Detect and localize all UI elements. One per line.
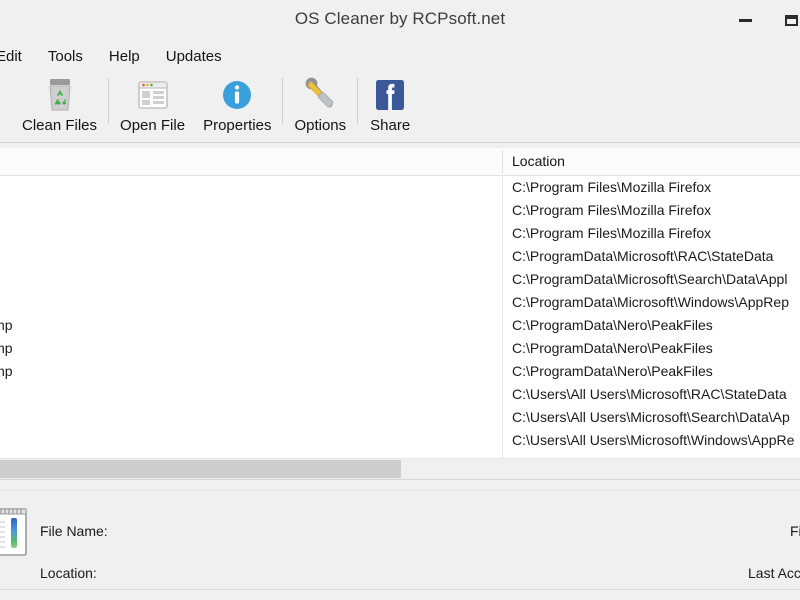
menu-item-tools[interactable]: Tools (35, 44, 96, 69)
toolbar-button-share[interactable]: Share (360, 72, 420, 138)
toolbar-separator (357, 78, 359, 124)
table-row[interactable]: l3.chk C:\Program Files\Mozilla Firefox (0, 176, 800, 199)
cell-location: C:\ProgramData\Microsoft\RAC\StateData (512, 248, 774, 264)
horizontal-scrollbar-thumb[interactable] (0, 460, 401, 478)
menu-bar: Edit Tools Help Updates (0, 40, 800, 72)
column-header-location[interactable]: Location (502, 148, 565, 175)
recycle-bin-icon (39, 76, 81, 116)
cell-file-name: 81875425.tmp (0, 340, 13, 356)
cell-location: C:\ProgramData\Microsoft\Search\Data\App… (512, 271, 788, 287)
tools-icon (299, 76, 341, 116)
details-file-size-label: Fil (790, 523, 800, 539)
toolbar: k Clean Files (0, 72, 800, 143)
details-location-label: Location: (40, 565, 97, 581)
cell-location: C:\ProgramData\Microsoft\Windows\AppRep (512, 294, 789, 310)
horizontal-scrollbar[interactable] (0, 458, 800, 479)
toolbar-label-properties: Properties (203, 117, 272, 134)
file-properties-icon (0, 505, 32, 559)
toolbar-label-options: Options (294, 117, 347, 134)
toolbar-label-open-file: Open File (120, 117, 186, 134)
toolbar-separator (282, 78, 284, 124)
minimize-icon (738, 18, 752, 22)
cell-location: C:\ProgramData\Nero\PeakFiles (512, 363, 713, 379)
toolbar-button-properties[interactable]: Properties (194, 72, 280, 138)
cell-file-name: 10206642.tmp (0, 363, 13, 379)
maximize-button[interactable] (768, 0, 800, 40)
table-row[interactable]: bm3.chk C:\Program Files\Mozilla Firefox (0, 199, 800, 222)
cell-location: C:\ProgramData\Nero\PeakFiles (512, 317, 713, 333)
details-panel: File Name: Location: Fil Last Acc (0, 479, 800, 600)
toolbar-button-open-file[interactable]: Open File (111, 72, 194, 138)
cell-location: C:\Users\All Users\Microsoft\RAC\StateDa… (512, 386, 787, 402)
minimize-button[interactable] (722, 0, 768, 40)
table-row[interactable]: 10206642.tmp C:\ProgramData\Nero\PeakFil… (0, 360, 800, 383)
toolbar-label-clean-files: Clean Files (22, 117, 98, 134)
table-row[interactable]: 81875425.tmp C:\ProgramData\Nero\PeakFil… (0, 337, 800, 360)
table-row[interactable]: chk C:\ProgramData\Microsoft\Search\Data… (0, 268, 800, 291)
cell-location: C:\Users\All Users\Microsoft\Search\Data… (512, 409, 790, 425)
menu-item-help[interactable]: Help (96, 44, 153, 69)
title-bar: OS Cleaner by RCPsoft.net (0, 0, 800, 41)
details-last-accessed-label: Last Acc (748, 565, 800, 581)
table-row[interactable]: 25180415.tmp C:\ProgramData\Nero\PeakFil… (0, 314, 800, 337)
cell-location: C:\Users\All Users\Microsoft\Windows\App… (512, 432, 795, 448)
cell-location: C:\Program Files\Mozilla Firefox (512, 225, 712, 241)
menu-item-edit[interactable]: Edit (0, 44, 35, 69)
toolbar-label-share: Share (370, 117, 411, 134)
table-row[interactable]: chk C:\ProgramData\Microsoft\Windows\App… (0, 291, 800, 314)
toolbar-button-scan-disk[interactable]: k (0, 72, 13, 138)
app-window: OS Cleaner by RCPsoft.net Edit Tools Hel… (0, 0, 800, 600)
table-row[interactable]: chk C:\Users\All Users\Microsoft\RAC\Sta… (0, 383, 800, 406)
table-row[interactable]: chk C:\Users\All Users\Microsoft\Windows… (0, 429, 800, 452)
scan-disk-icon (0, 76, 4, 116)
details-panel-inner: File Name: Location: Fil Last Acc (0, 490, 800, 590)
maximize-icon (784, 14, 798, 26)
menu-item-updates[interactable]: Updates (153, 44, 235, 69)
table-row[interactable]: chk C:\ProgramData\Microsoft\RAC\StateDa… (0, 245, 800, 268)
file-list-rows: l3.chk C:\Program Files\Mozilla Firefox … (0, 176, 800, 458)
facebook-icon (369, 76, 411, 116)
toolbar-separator (108, 78, 110, 124)
open-file-icon (132, 76, 174, 116)
window-title: OS Cleaner by RCPsoft.net (294, 9, 506, 28)
cell-location: C:\Program Files\Mozilla Firefox (512, 179, 712, 195)
cell-file-name: 25180415.tmp (0, 317, 13, 333)
table-row[interactable]: chk C:\Users\All Users\Microsoft\Search\… (0, 406, 800, 429)
toolbar-button-clean-files[interactable]: Clean Files (13, 72, 106, 138)
cell-location: C:\ProgramData\Nero\PeakFiles (512, 340, 713, 356)
toolbar-button-options[interactable]: Options (285, 72, 355, 138)
cell-location: C:\Program Files\Mozilla Firefox (512, 202, 712, 218)
info-icon (216, 76, 258, 116)
file-list[interactable]: Location l3.chk C:\Program Files\Mozilla… (0, 148, 800, 458)
window-controls (722, 0, 800, 40)
details-file-name-label: File Name: (40, 523, 108, 539)
file-list-header: Location (0, 148, 800, 176)
table-row[interactable]: kn3.chk C:\Program Files\Mozilla Firefox (0, 222, 800, 245)
